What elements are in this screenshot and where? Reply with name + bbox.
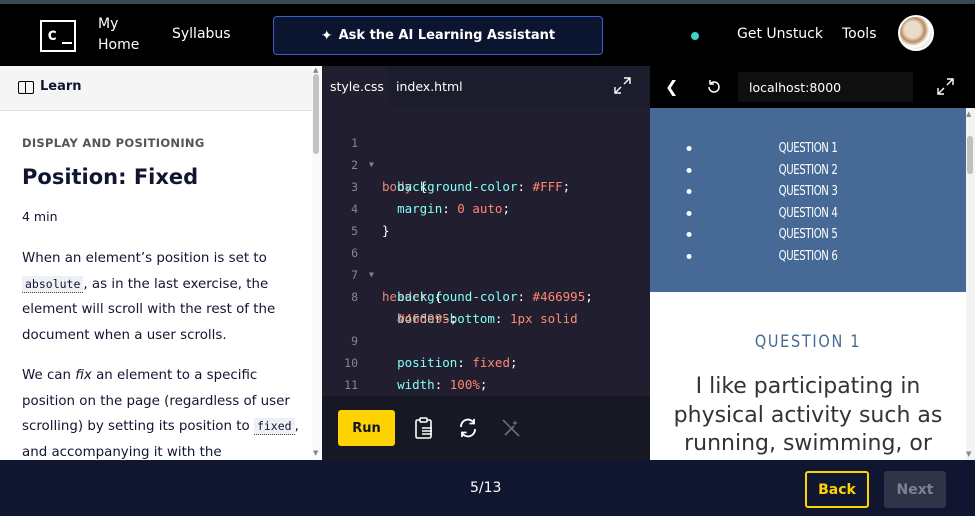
css-value: fixed bbox=[472, 355, 510, 370]
question-nav-item[interactable]: QUESTION 1 bbox=[685, 138, 931, 160]
browser-preview: ❮ localhost:8000 QUESTION 1 QUESTION 2 Q… bbox=[650, 66, 975, 460]
user-avatar[interactable] bbox=[898, 15, 934, 51]
ai-assistant-label: Ask the AI Learning Assistant bbox=[338, 28, 556, 43]
sparkle-icon: ✦ bbox=[320, 27, 333, 44]
code-line: 5 bbox=[322, 198, 367, 238]
question-nav-item[interactable]: QUESTION 4 bbox=[685, 203, 931, 225]
inline-code-absolute: absolute bbox=[22, 275, 84, 293]
refresh-icon[interactable] bbox=[705, 78, 723, 96]
chevron-left-icon[interactable]: ❮ bbox=[665, 77, 678, 96]
clipboard-icon[interactable] bbox=[412, 416, 436, 440]
question-nav-list: QUESTION 1 QUESTION 2 QUESTION 3 QUESTIO… bbox=[650, 138, 966, 267]
lesson-paragraph-2: We can fix an element to a specific posi… bbox=[22, 363, 302, 460]
rendered-page: QUESTION 1 QUESTION 2 QUESTION 3 QUESTIO… bbox=[650, 108, 966, 460]
p2-emphasis: fix bbox=[75, 368, 92, 383]
page-header: QUESTION 1 QUESTION 2 QUESTION 3 QUESTIO… bbox=[650, 108, 966, 292]
code-line: 1 ▼ body { bbox=[322, 110, 427, 194]
code-line: 12 bbox=[322, 374, 367, 396]
learn-panel: Learn DISPLAY AND POSITIONING Position: … bbox=[0, 66, 322, 460]
css-value: #FFF bbox=[532, 179, 563, 194]
code-editor: style.css index.html 1 ▼ body { 2 backgr… bbox=[322, 66, 650, 460]
question-nav-item[interactable]: QUESTION 5 bbox=[685, 224, 931, 246]
lesson-footer: 5/13 Back Next bbox=[0, 460, 975, 516]
tab-index-html[interactable]: index.html bbox=[396, 66, 463, 106]
code-line: 6 ▼ header { bbox=[322, 220, 442, 304]
book-icon bbox=[18, 81, 34, 94]
code-line: 9 position: fixed; bbox=[322, 308, 517, 370]
css-value: #466995 bbox=[532, 289, 586, 304]
scroll-up-arrow-icon[interactable]: ▲ bbox=[313, 66, 318, 74]
nav-my-home-line1: My bbox=[98, 16, 119, 32]
code-line-wrap: #466995; bbox=[397, 311, 458, 326]
nav-syllabus[interactable]: Syllabus bbox=[172, 26, 231, 42]
tab-style-css[interactable]: style.css bbox=[322, 66, 388, 106]
inline-code-fixed: fixed bbox=[253, 418, 295, 435]
lesson-duration: 4 min bbox=[22, 209, 58, 224]
scroll-up-arrow-icon[interactable]: ▲ bbox=[966, 110, 971, 118]
exercise-progress: 5/13 bbox=[470, 480, 502, 496]
nav-tools[interactable]: Tools bbox=[842, 26, 877, 42]
next-button[interactable]: Next bbox=[884, 471, 946, 508]
reset-icon[interactable] bbox=[456, 416, 480, 440]
scroll-down-arrow-icon[interactable]: ▼ bbox=[966, 450, 971, 458]
code-line: 11 } bbox=[322, 352, 367, 392]
ai-assistant-button[interactable]: ✦ Ask the AI Learning Assistant bbox=[273, 16, 603, 55]
run-button[interactable]: Run bbox=[338, 410, 395, 446]
lesson-eyebrow: DISPLAY AND POSITIONING bbox=[22, 136, 205, 150]
expand-editor-icon[interactable] bbox=[614, 77, 631, 94]
top-nav: c My Home Syllabus ✦ Ask the AI Learning… bbox=[0, 0, 975, 66]
question-nav-item[interactable]: QUESTION 2 bbox=[685, 160, 931, 182]
css-property: background-color bbox=[397, 289, 518, 304]
question-text: I like participating in physical activit… bbox=[673, 374, 943, 456]
codecademy-logo[interactable]: c bbox=[40, 20, 76, 52]
nav-get-unstuck[interactable]: Get Unstuck bbox=[737, 26, 823, 42]
lesson-title: Position: Fixed bbox=[22, 165, 199, 189]
code-line: 10 width: 100%; bbox=[322, 330, 487, 392]
url-bar[interactable]: localhost:8000 bbox=[738, 72, 913, 102]
css-property: position bbox=[397, 355, 458, 370]
logo-c-glyph: c bbox=[47, 25, 58, 45]
learn-scroll-thumb[interactable] bbox=[313, 74, 319, 154]
fold-arrow-icon[interactable]: ▼ bbox=[369, 154, 374, 176]
code-line: 3 margin: 0 auto; bbox=[322, 154, 510, 216]
question-heading: QUESTION 1 bbox=[754, 332, 862, 352]
learn-title: Learn bbox=[40, 79, 82, 94]
closing-brace: } bbox=[382, 223, 390, 238]
code-line: 7 background-color: #466995; bbox=[322, 242, 593, 304]
question-nav-item[interactable]: QUESTION 3 bbox=[685, 181, 931, 203]
top-strip bbox=[0, 0, 975, 4]
learn-header: Learn bbox=[0, 66, 322, 111]
browser-scroll-thumb[interactable] bbox=[967, 136, 973, 174]
code-area[interactable]: 1 ▼ body { 2 background-color: #FFF; 3 m… bbox=[322, 110, 650, 396]
browser-toolbar: ❮ localhost:8000 bbox=[650, 66, 975, 108]
fold-arrow-icon[interactable]: ▼ bbox=[369, 264, 374, 286]
css-value: 100% bbox=[449, 377, 480, 392]
css-property: width bbox=[397, 377, 435, 392]
nav-my-home-line2: Home bbox=[98, 37, 140, 53]
status-dot bbox=[691, 32, 699, 40]
p2-text-1: We can bbox=[22, 368, 76, 383]
css-property: background-color bbox=[397, 179, 518, 194]
css-property: margin bbox=[397, 201, 443, 216]
code-line: 8 border-bottom: 1px solid bbox=[322, 264, 578, 326]
logo-underscore bbox=[62, 42, 72, 44]
editor-tabs: style.css index.html bbox=[322, 66, 650, 106]
run-toolbar: Run bbox=[322, 396, 650, 460]
expand-browser-icon[interactable] bbox=[937, 78, 954, 95]
magic-wand-disabled-icon bbox=[502, 419, 520, 437]
question-nav-item[interactable]: QUESTION 6 bbox=[685, 246, 931, 268]
scroll-down-arrow-icon[interactable]: ▼ bbox=[313, 449, 318, 457]
css-value: 1px solid bbox=[509, 311, 578, 326]
code-line: 4 } bbox=[322, 176, 389, 238]
p1-text-1: When an element’s position is set to bbox=[22, 251, 267, 266]
lesson-paragraph-1: When an element’s position is set to abs… bbox=[22, 246, 302, 348]
css-value: 0 auto bbox=[457, 201, 503, 216]
css-value: #466995 bbox=[397, 311, 450, 326]
nav-my-home[interactable]: My Home bbox=[98, 14, 139, 56]
code-line: 2 background-color: #FFF; bbox=[322, 132, 570, 194]
back-button[interactable]: Back bbox=[805, 471, 869, 508]
